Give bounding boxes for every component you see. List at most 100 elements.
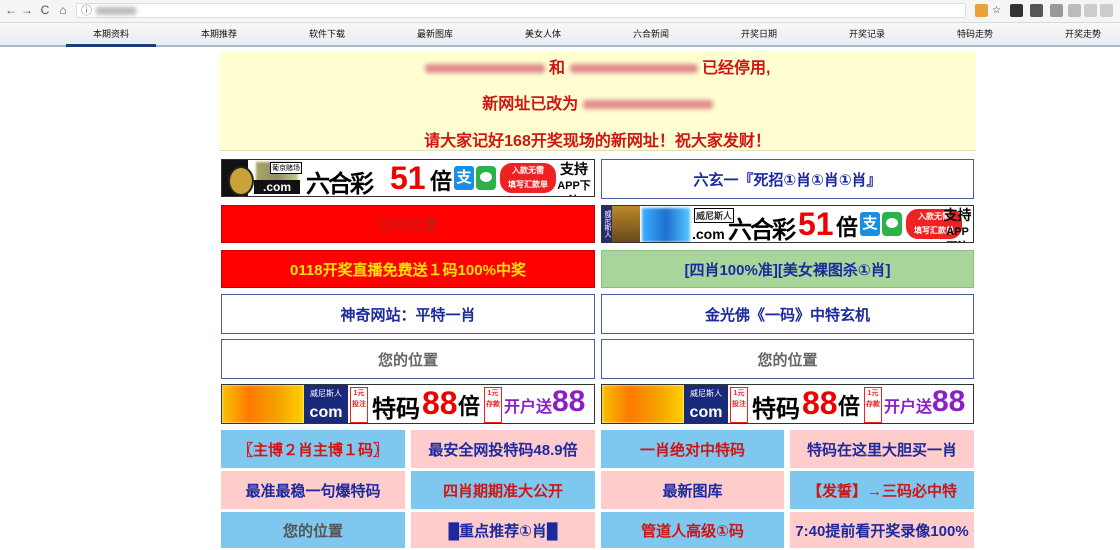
blurred-old-url bbox=[424, 64, 545, 74]
grid-link[interactable]: 【发誓】→三码必中特 bbox=[790, 471, 974, 509]
wechat-icon bbox=[476, 166, 496, 190]
grid-link[interactable]: 最准最稳一句爆特码 bbox=[221, 471, 405, 509]
no-slip-pill: 入款无需 填写汇款单 bbox=[500, 163, 556, 193]
ad-banner-venetian-lhc51[interactable]: 威尼斯人 威尼斯人 .com 六合彩 51 倍 支 入款无需 填写汇款单 支持 AP… bbox=[601, 205, 974, 243]
grid-link[interactable]: 管道人高级①码 bbox=[601, 512, 784, 548]
bookmark-star-icon[interactable]: ☆ bbox=[990, 4, 1003, 17]
banner-com: .com bbox=[692, 226, 725, 242]
grid-link[interactable]: 您的位置 bbox=[221, 512, 405, 548]
notice-line-2: 新网址已改为 bbox=[219, 90, 976, 114]
grid-link[interactable]: 四肖期期准大公开 bbox=[411, 471, 595, 509]
pixelated-brand bbox=[642, 208, 690, 242]
banner-bei: 倍 bbox=[430, 169, 453, 194]
nav-item[interactable]: 开奖走势 bbox=[1038, 23, 1120, 45]
banner-lhc: 六合彩 bbox=[306, 171, 374, 197]
nav-item[interactable]: 开奖日期 bbox=[714, 23, 804, 45]
app-support: 支持APP下注 bbox=[943, 207, 972, 243]
forward-icon[interactable]: → bbox=[20, 3, 34, 17]
extension-glasses-icon[interactable] bbox=[1010, 4, 1023, 17]
banner-tag: 威尼斯人 bbox=[684, 385, 728, 403]
notice-stopped: 已经停用, bbox=[701, 60, 771, 77]
nav-item[interactable]: 特码走势 bbox=[930, 23, 1020, 45]
nav-item-current[interactable]: 本期资料 bbox=[66, 23, 156, 47]
extension-b-icon[interactable] bbox=[1084, 4, 1097, 17]
your-position-right[interactable]: 您的位置 bbox=[601, 339, 974, 379]
banner-side-text: 威尼斯人 bbox=[604, 210, 611, 238]
grid-link[interactable]: 特码在这里大胆买一肖 bbox=[790, 430, 974, 468]
banner-odds: 51 bbox=[798, 206, 834, 242]
grid-link[interactable]: █重点推荐①肖█ bbox=[411, 512, 595, 548]
address-bar[interactable]: ⓘ bbox=[76, 3, 966, 18]
pixelated-brand bbox=[602, 385, 684, 423]
link-live-0118[interactable]: 0118开奖直播免费送１码100%中奖 bbox=[221, 250, 595, 288]
wechat-icon bbox=[882, 212, 902, 236]
nav-item[interactable]: 开奖记录 bbox=[822, 23, 912, 45]
link-shenqi[interactable]: 神奇网站：平特一肖 bbox=[221, 294, 595, 334]
banner-tm: 特码 bbox=[372, 396, 420, 423]
app-support: 支持APP下注 bbox=[557, 161, 591, 197]
nav-item[interactable]: 最新图库 bbox=[390, 23, 480, 45]
ad-banner-tm88-left[interactable]: 威尼斯人 com 1元投注 特码 88 倍 1元存款 开户送 88元 bbox=[221, 384, 595, 424]
notice-new-url-label: 新网址已改为 bbox=[482, 96, 579, 113]
pixelated-brand bbox=[222, 385, 304, 423]
link-liuxuan[interactable]: 六玄一『死招①肖①肖①肖』 bbox=[601, 159, 974, 199]
banner-com: com bbox=[304, 403, 348, 423]
your-position-red[interactable]: 您的位置 bbox=[221, 205, 595, 243]
banner-tm: 特码 bbox=[752, 396, 800, 423]
nav-item[interactable]: 美女人体 bbox=[498, 23, 588, 45]
blurred-url bbox=[96, 7, 136, 16]
banner-bet-tag: 1元投注 bbox=[730, 387, 748, 423]
grid-link[interactable]: 7:40提前看开奖录像100% bbox=[790, 512, 974, 548]
extension-a-icon[interactable] bbox=[1068, 4, 1081, 17]
banner-bet-tag: 1元投注 bbox=[350, 387, 368, 423]
alipay-icon: 支 bbox=[860, 212, 880, 236]
blurred-old-url bbox=[569, 64, 698, 74]
banner-com: com bbox=[684, 403, 728, 423]
home-icon[interactable]: ⌂ bbox=[56, 3, 70, 17]
notice-line-1: 和 已经停用, bbox=[219, 54, 976, 78]
banner-lhc: 六合彩 bbox=[728, 217, 796, 243]
extension-image-icon[interactable] bbox=[1050, 4, 1063, 17]
ad-banner-tm88-right[interactable]: 威尼斯人 com 1元投注 特码 88 倍 1元存款 开户送 88元 bbox=[601, 384, 974, 424]
extension-mask-icon[interactable] bbox=[1030, 4, 1043, 17]
nav-item[interactable]: 本期推荐 bbox=[174, 23, 264, 45]
extension-c-icon[interactable] bbox=[1100, 4, 1113, 17]
banner-deposit-tag: 1元存款 bbox=[484, 387, 502, 423]
grid-link[interactable]: 最新图库 bbox=[601, 471, 784, 509]
banner-odds: 88 bbox=[802, 385, 838, 421]
link-jinguangfo[interactable]: 金光佛《一码》中特玄机 bbox=[601, 294, 974, 334]
nav-item[interactable]: 软件下载 bbox=[282, 23, 372, 45]
translate-icon[interactable] bbox=[975, 4, 988, 17]
banner-tag: 葡京赌场 bbox=[270, 162, 302, 174]
reload-icon[interactable]: C bbox=[38, 3, 52, 17]
banner-odds: 88 bbox=[422, 385, 458, 421]
banner-bonus: 88元 bbox=[932, 385, 966, 418]
site-info-icon[interactable]: ⓘ bbox=[81, 5, 92, 17]
your-position-left[interactable]: 您的位置 bbox=[221, 339, 595, 379]
alipay-icon: 支 bbox=[454, 166, 474, 190]
banner-bei: 倍 bbox=[836, 215, 859, 240]
domain-change-notice: 和 已经停用, 新网址已改为 请大家记好168开奖现场的新网址！祝大家发财！ bbox=[219, 52, 976, 151]
banner-kai: 开户送 bbox=[504, 399, 553, 416]
blurred-new-url[interactable] bbox=[582, 100, 713, 110]
banner-bonus: 88元 bbox=[552, 385, 586, 418]
grid-link[interactable]: 一肖绝对中特码 bbox=[601, 430, 784, 468]
banner-com: .com bbox=[254, 180, 300, 194]
banner-deposit-tag: 1元存款 bbox=[864, 387, 882, 423]
banner-bei: 倍 bbox=[838, 394, 861, 419]
banner-tag: 威尼斯人 bbox=[304, 385, 348, 403]
link-sixiao[interactable]: [四肖100%准][美女裸图杀①肖] bbox=[601, 250, 974, 288]
browser-toolbar: ← → C ⌂ ⓘ ☆ bbox=[0, 0, 1120, 23]
banner-kai: 开户送 bbox=[884, 399, 933, 416]
site-nav: 本期资料 本期推荐 软件下载 最新图库 美女人体 六合新闻 开奖日期 开奖记录 … bbox=[0, 23, 1120, 47]
nav-item[interactable]: 六合新闻 bbox=[606, 23, 696, 45]
notice-line-3: 请大家记好168开奖现场的新网址！祝大家发财！ bbox=[424, 133, 771, 150]
banner-figure bbox=[612, 206, 640, 242]
ad-banner-lhc51[interactable]: 葡京赌场 .com 六合彩 51 倍 支 入款无需填写汇款单 支持APP下注 bbox=[221, 159, 595, 197]
grid-link[interactable]: 〖主博２肖主博１码〗 bbox=[221, 430, 405, 468]
banner-bei: 倍 bbox=[458, 394, 481, 419]
banner-odds: 51 bbox=[390, 160, 426, 196]
back-icon[interactable]: ← bbox=[4, 3, 18, 17]
notice-and: 和 bbox=[549, 60, 566, 77]
grid-link[interactable]: 最安全网投特码48.9倍 bbox=[411, 430, 595, 468]
